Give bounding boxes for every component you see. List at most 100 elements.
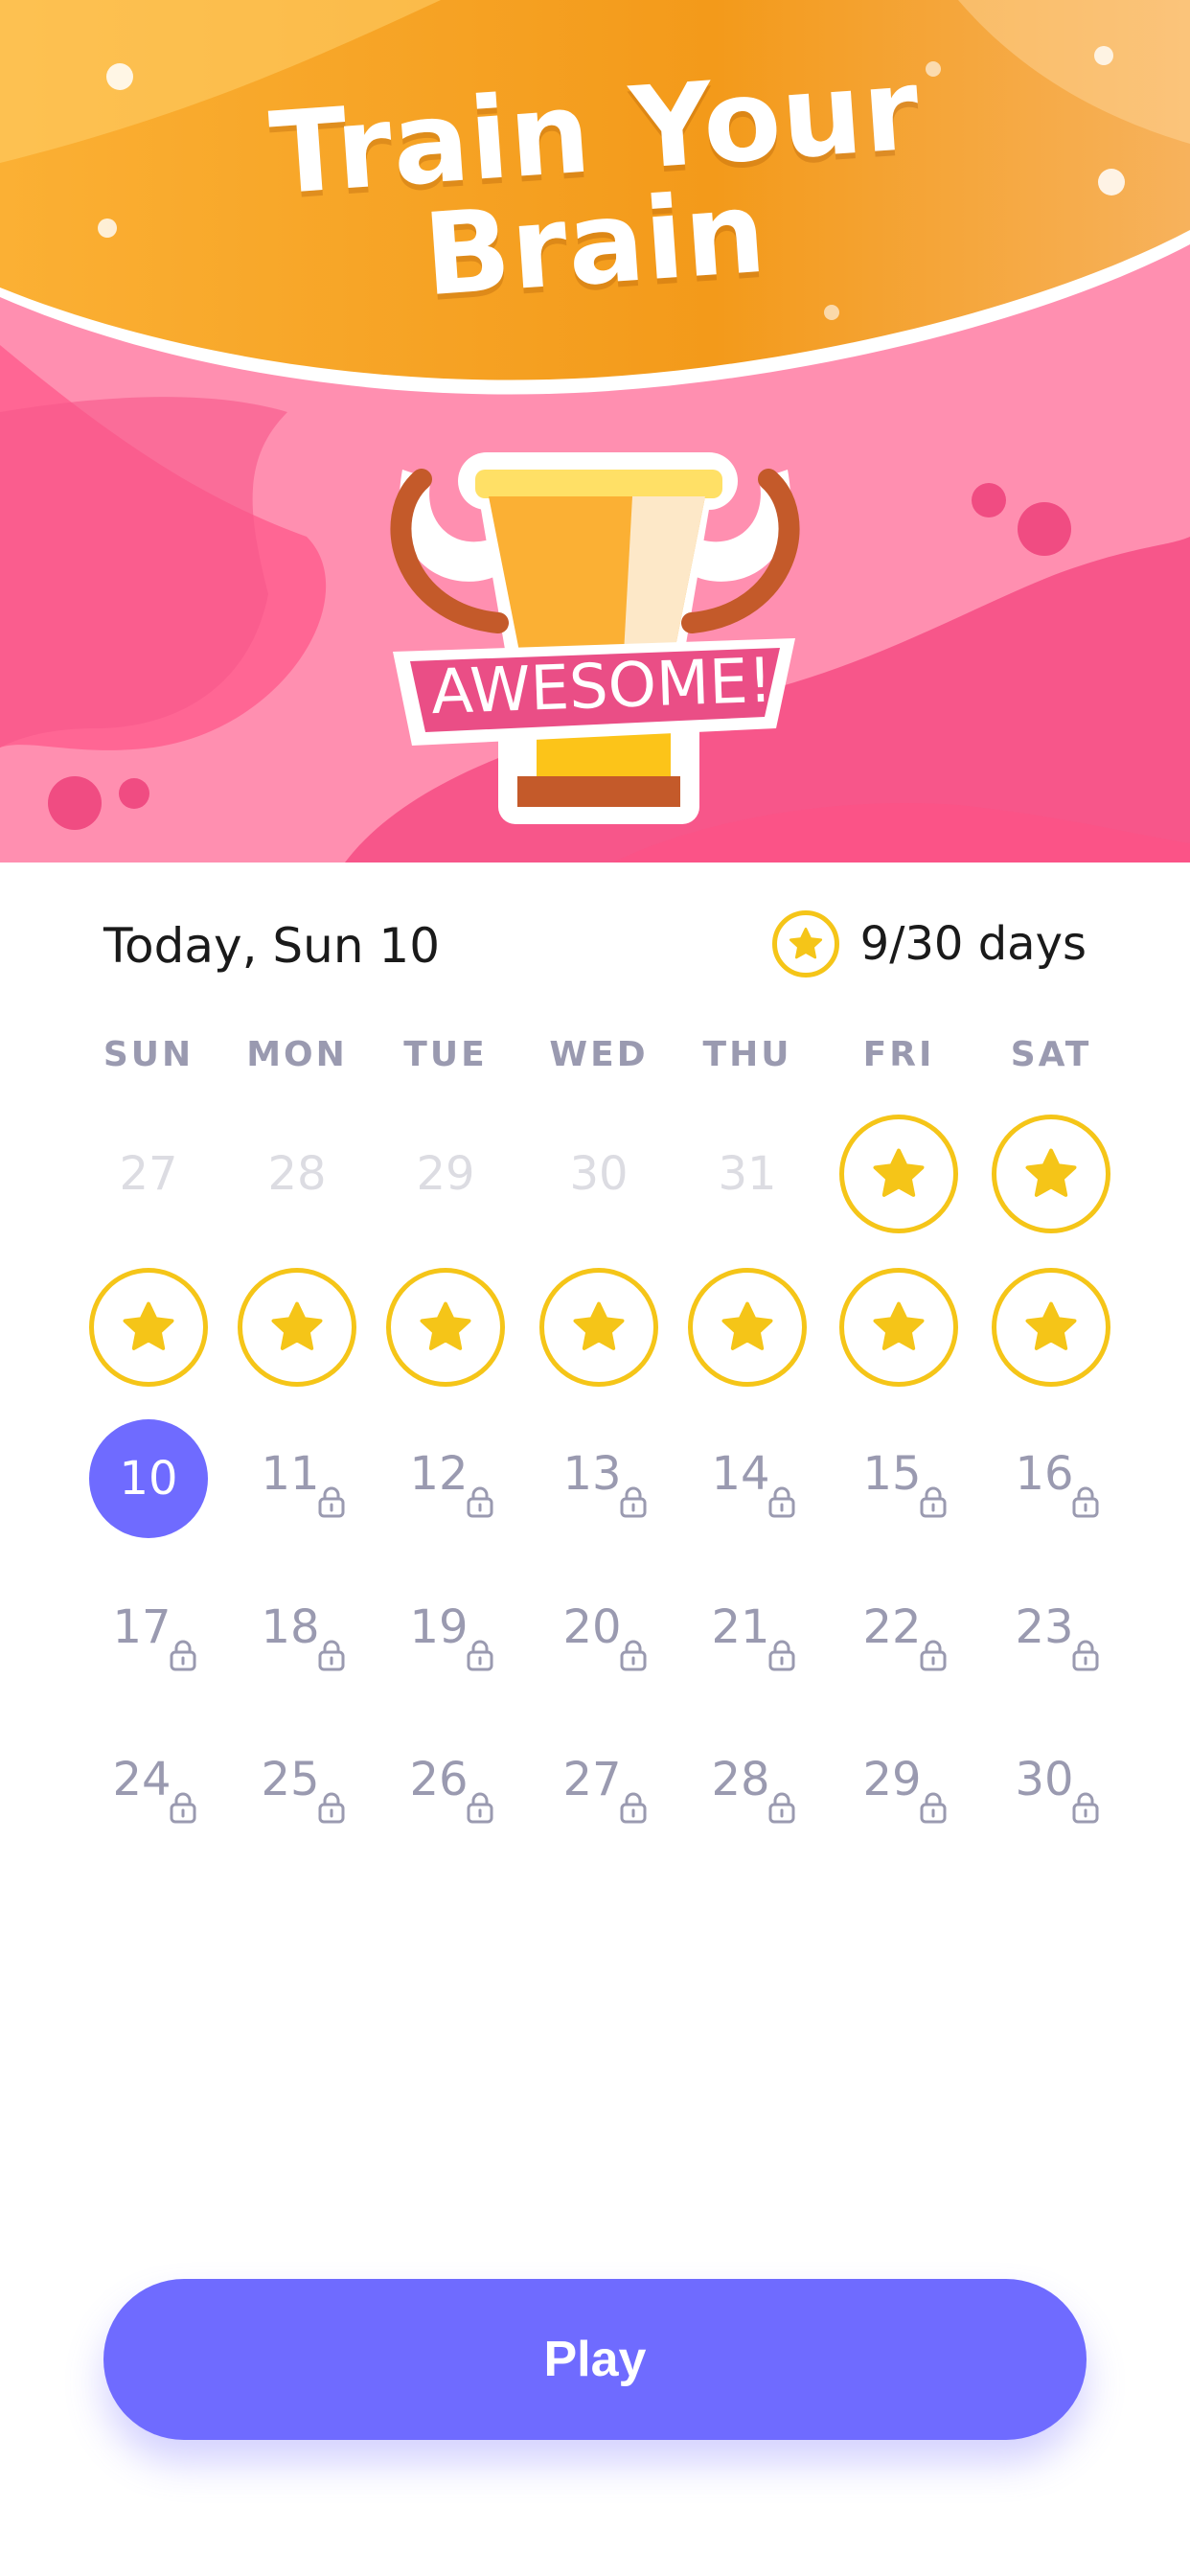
day-number: 14 [711, 1447, 770, 1501]
day-number: 30 [569, 1147, 629, 1201]
completed-star-badge [688, 1268, 807, 1387]
calendar-day-completed[interactable] [989, 1112, 1113, 1236]
lock-icon [768, 1792, 795, 1824]
calendar-day-locked[interactable]: 30 [989, 1722, 1113, 1847]
calendar-day-completed[interactable] [86, 1265, 211, 1390]
completed-star-badge [992, 1115, 1110, 1233]
progress-count: 9/30 days [859, 917, 1087, 971]
calendar-day-completed[interactable] [989, 1265, 1113, 1390]
lock-icon [620, 1792, 647, 1824]
star-icon [573, 1301, 625, 1350]
weekday-sun: SUN [103, 1035, 195, 1074]
day-number: 15 [862, 1447, 922, 1501]
calendar-day-completed[interactable] [836, 1265, 961, 1390]
day-number: 16 [1015, 1447, 1074, 1501]
lock-icon [1072, 1640, 1099, 1671]
day-number: 29 [416, 1147, 475, 1201]
calendar-day-today[interactable]: 10 [86, 1416, 211, 1541]
calendar-day-locked[interactable]: 24 [86, 1722, 211, 1847]
streak-progress: 9/30 days [771, 910, 1087, 978]
calendar-day-locked[interactable]: 22 [836, 1570, 961, 1694]
calendar-day-previous-month: 28 [235, 1112, 359, 1236]
weekday-mon: MON [246, 1035, 348, 1074]
lock-icon [318, 1486, 345, 1518]
star-icon [873, 1148, 925, 1197]
star-icon [1025, 1148, 1077, 1197]
day-number: 27 [562, 1753, 622, 1806]
play-button[interactable]: Play [103, 2279, 1087, 2440]
calendar-day-locked[interactable]: 12 [383, 1416, 508, 1541]
calendar-day-locked[interactable]: 18 [235, 1570, 359, 1694]
lock-icon [170, 1640, 196, 1671]
weekday-thu: THU [702, 1035, 792, 1074]
star-icon [873, 1301, 925, 1350]
weekday-sat: SAT [1010, 1035, 1092, 1074]
calendar-day-locked[interactable]: 29 [836, 1722, 961, 1847]
lock-icon [920, 1640, 947, 1671]
lock-icon [620, 1486, 647, 1518]
star-icon [420, 1301, 471, 1350]
star-icon [1025, 1301, 1077, 1350]
completed-star-badge [839, 1115, 958, 1233]
calendar-day-locked[interactable]: 23 [989, 1570, 1113, 1694]
day-number: 12 [409, 1447, 469, 1501]
day-number: 24 [112, 1753, 172, 1806]
day-number: 30 [1015, 1753, 1074, 1806]
calendar-day-locked[interactable]: 17 [86, 1570, 211, 1694]
day-number: 28 [711, 1753, 770, 1806]
star-icon [721, 1301, 773, 1350]
star-icon [271, 1301, 323, 1350]
progress-star-badge [771, 910, 839, 978]
day-number: 22 [862, 1600, 922, 1654]
completed-star-badge [386, 1268, 505, 1387]
star-icon [789, 927, 822, 959]
day-number: 13 [562, 1447, 622, 1501]
calendar-day-locked[interactable]: 15 [836, 1416, 961, 1541]
lock-icon [467, 1640, 493, 1671]
day-number: 26 [409, 1753, 469, 1806]
lock-icon [620, 1640, 647, 1671]
calendar-day-previous-month: 29 [383, 1112, 508, 1236]
calendar-day-locked[interactable]: 25 [235, 1722, 359, 1847]
day-number: 27 [119, 1147, 178, 1201]
calendar-day-locked[interactable]: 13 [537, 1416, 661, 1541]
lock-icon [467, 1486, 493, 1518]
completed-star-badge [839, 1268, 958, 1387]
day-number: 31 [718, 1147, 777, 1201]
day-number: 21 [711, 1600, 770, 1654]
calendar-day-locked[interactable]: 28 [685, 1722, 810, 1847]
calendar-day-completed[interactable] [383, 1265, 508, 1390]
lock-icon [318, 1640, 345, 1671]
calendar-day-locked[interactable]: 20 [537, 1570, 661, 1694]
lock-icon [920, 1792, 947, 1824]
calendar-day-completed[interactable] [836, 1112, 961, 1236]
lock-icon [170, 1792, 196, 1824]
calendar-day-locked[interactable]: 11 [235, 1416, 359, 1541]
calendar-day-completed[interactable] [537, 1265, 661, 1390]
lock-icon [467, 1792, 493, 1824]
lock-icon [920, 1486, 947, 1518]
completed-star-badge [992, 1268, 1110, 1387]
calendar-day-locked[interactable]: 21 [685, 1570, 810, 1694]
today-day-number: 10 [89, 1419, 208, 1538]
calendar-day-previous-month: 27 [86, 1112, 211, 1236]
lock-icon [768, 1486, 795, 1518]
day-number: 11 [261, 1447, 320, 1501]
calendar-day-locked[interactable]: 16 [989, 1416, 1113, 1541]
calendar-day-completed[interactable] [235, 1265, 359, 1390]
calendar-day-previous-month: 30 [537, 1112, 661, 1236]
completed-star-badge [238, 1268, 356, 1387]
day-number: 29 [862, 1753, 922, 1806]
calendar-day-completed[interactable] [685, 1265, 810, 1390]
calendar-day-locked[interactable]: 27 [537, 1722, 661, 1847]
lock-icon [1072, 1792, 1099, 1824]
day-number: 20 [562, 1600, 622, 1654]
lock-icon [318, 1792, 345, 1824]
calendar-day-locked[interactable]: 26 [383, 1722, 508, 1847]
calendar-day-locked[interactable]: 14 [685, 1416, 810, 1541]
day-number: 28 [267, 1147, 327, 1201]
hero-banner: Train Your Brain AWESOME! [0, 0, 1190, 862]
lock-icon [1072, 1486, 1099, 1518]
day-number: 19 [409, 1600, 469, 1654]
calendar-day-locked[interactable]: 19 [383, 1570, 508, 1694]
